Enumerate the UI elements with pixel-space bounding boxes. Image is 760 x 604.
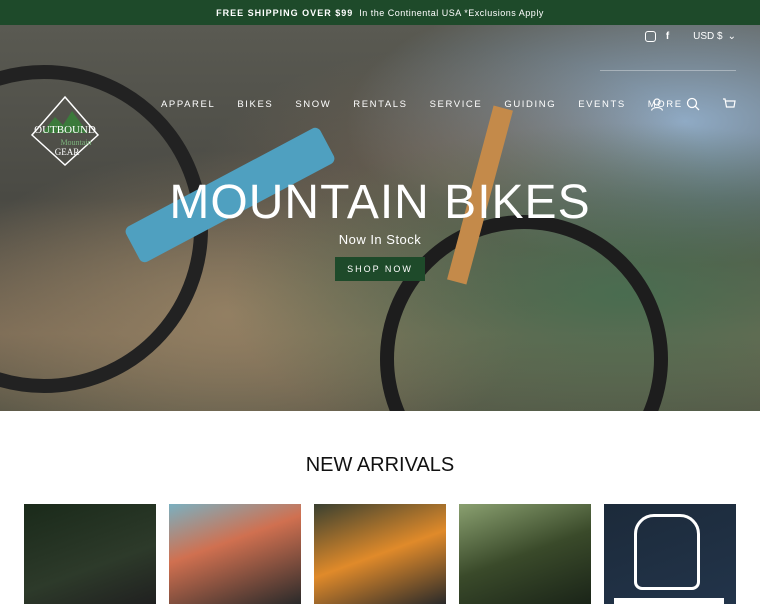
section-title: NEW ARRIVALS [305, 454, 455, 476]
shop-now-button[interactable]: SHOP NOW [335, 257, 425, 281]
hero-content: MOUNTAIN BIKES Now In Stock SHOP NOW [0, 175, 760, 281]
currency-label: USD $ [693, 31, 723, 42]
svg-text:OUTBOUND: OUTBOUND [34, 124, 96, 136]
announcement-strong: FREE SHIPPING OVER $99 [216, 7, 354, 18]
nav-item-rentals[interactable]: RENTALS [342, 99, 418, 110]
hand-graphic [634, 514, 700, 590]
product-card[interactable] [169, 504, 301, 604]
facebook-icon[interactable]: f [666, 31, 669, 42]
nav-item-service[interactable]: SERVICE [419, 99, 494, 110]
hero-subtitle: Now In Stock [338, 232, 422, 247]
nav-item-bikes[interactable]: BIKES [226, 99, 284, 110]
hero-title: MOUNTAIN BIKES [169, 176, 591, 229]
product-card[interactable] [24, 504, 156, 604]
nav-item-snow[interactable]: SNOW [284, 99, 342, 110]
hero-banner[interactable]: f USD $ ⌄ OUTBOUND Mountain GEAR APPAREL… [0, 25, 760, 411]
chevron-down-icon: ⌄ [727, 31, 736, 42]
instagram-icon[interactable] [644, 31, 656, 42]
nav-item-events[interactable]: EVENTS [567, 99, 637, 110]
account-icon[interactable] [650, 97, 664, 111]
product-grid [24, 504, 736, 604]
product-card[interactable] [314, 504, 446, 604]
header-icons [650, 97, 736, 111]
nav-item-apparel[interactable]: APPAREL [150, 99, 226, 110]
cart-icon[interactable] [722, 97, 736, 111]
header-utility: f USD $ ⌄ [644, 31, 736, 42]
announcement-bar: FREE SHIPPING OVER $99 In the Continenta… [0, 0, 760, 25]
svg-text:GEAR: GEAR [55, 147, 80, 157]
svg-text:Mountain: Mountain [60, 138, 91, 147]
product-card[interactable] [459, 504, 591, 604]
store-logo[interactable]: OUTBOUND Mountain GEAR [30, 95, 100, 167]
nav-item-guiding[interactable]: GUIDING [493, 99, 567, 110]
main-nav: APPAREL BIKES SNOW RENTALS SERVICE GUIDI… [150, 99, 694, 110]
product-label-strip [614, 598, 724, 604]
announcement-text: In the Continental USA *Exclusions Apply [359, 7, 544, 18]
search-icon[interactable] [686, 97, 700, 111]
product-card[interactable] [604, 504, 736, 604]
currency-selector[interactable]: USD $ ⌄ [693, 31, 736, 42]
divider [600, 70, 736, 71]
